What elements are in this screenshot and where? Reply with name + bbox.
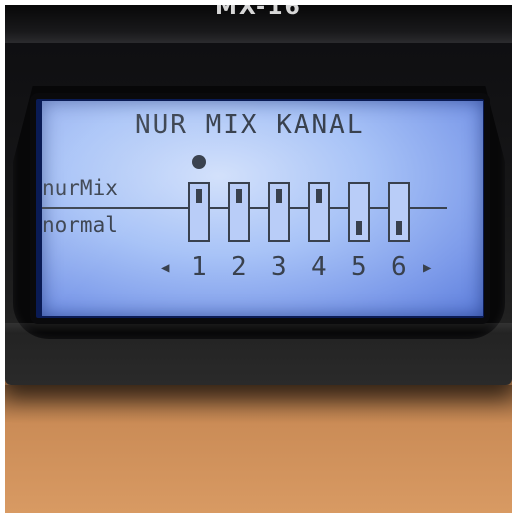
channel-number-5: 5	[351, 252, 367, 282]
channel-2-mode-marker	[236, 189, 242, 203]
transmitter-top-edge: MX-16	[5, 5, 512, 43]
channel-switch-5[interactable]	[348, 182, 370, 242]
channel-number-6: 6	[391, 252, 407, 282]
channel-3-mode-marker	[276, 189, 282, 203]
photo: MX-16 NUR MIX KANAL nurMix normal ◀ ▶ 12…	[0, 0, 515, 516]
channel-4-mode-marker	[316, 189, 322, 203]
channel-switch-4[interactable]	[308, 182, 330, 242]
channel-number-2: 2	[231, 252, 247, 282]
row-label-normal: normal	[42, 213, 118, 237]
device-logo: MX-16	[215, 5, 302, 20]
channel-number-1: 1	[191, 252, 207, 282]
previous-page-arrow-icon[interactable]: ◀	[161, 261, 169, 275]
channel-switch-2[interactable]	[228, 182, 250, 242]
screen-title: NUR MIX KANAL	[135, 110, 365, 140]
channel-number-3: 3	[271, 252, 287, 282]
lcd-screen: NUR MIX KANAL nurMix normal ◀ ▶ 123456	[42, 101, 483, 316]
device-shadow	[5, 385, 512, 423]
row-label-nurmix: nurMix	[42, 176, 118, 200]
photo-frame: MX-16 NUR MIX KANAL nurMix normal ◀ ▶ 12…	[5, 5, 512, 513]
channel-number-4: 4	[311, 252, 327, 282]
channel-switch-6[interactable]	[388, 182, 410, 242]
channel-switch-3[interactable]	[268, 182, 290, 242]
channel-5-mode-marker	[356, 221, 362, 235]
channel-switch-1[interactable]	[188, 182, 210, 242]
selected-channel-indicator	[192, 155, 206, 169]
channel-6-mode-marker	[396, 221, 402, 235]
channel-1-mode-marker	[196, 189, 202, 203]
next-page-arrow-icon[interactable]: ▶	[423, 261, 431, 275]
device-highlight	[5, 323, 512, 333]
